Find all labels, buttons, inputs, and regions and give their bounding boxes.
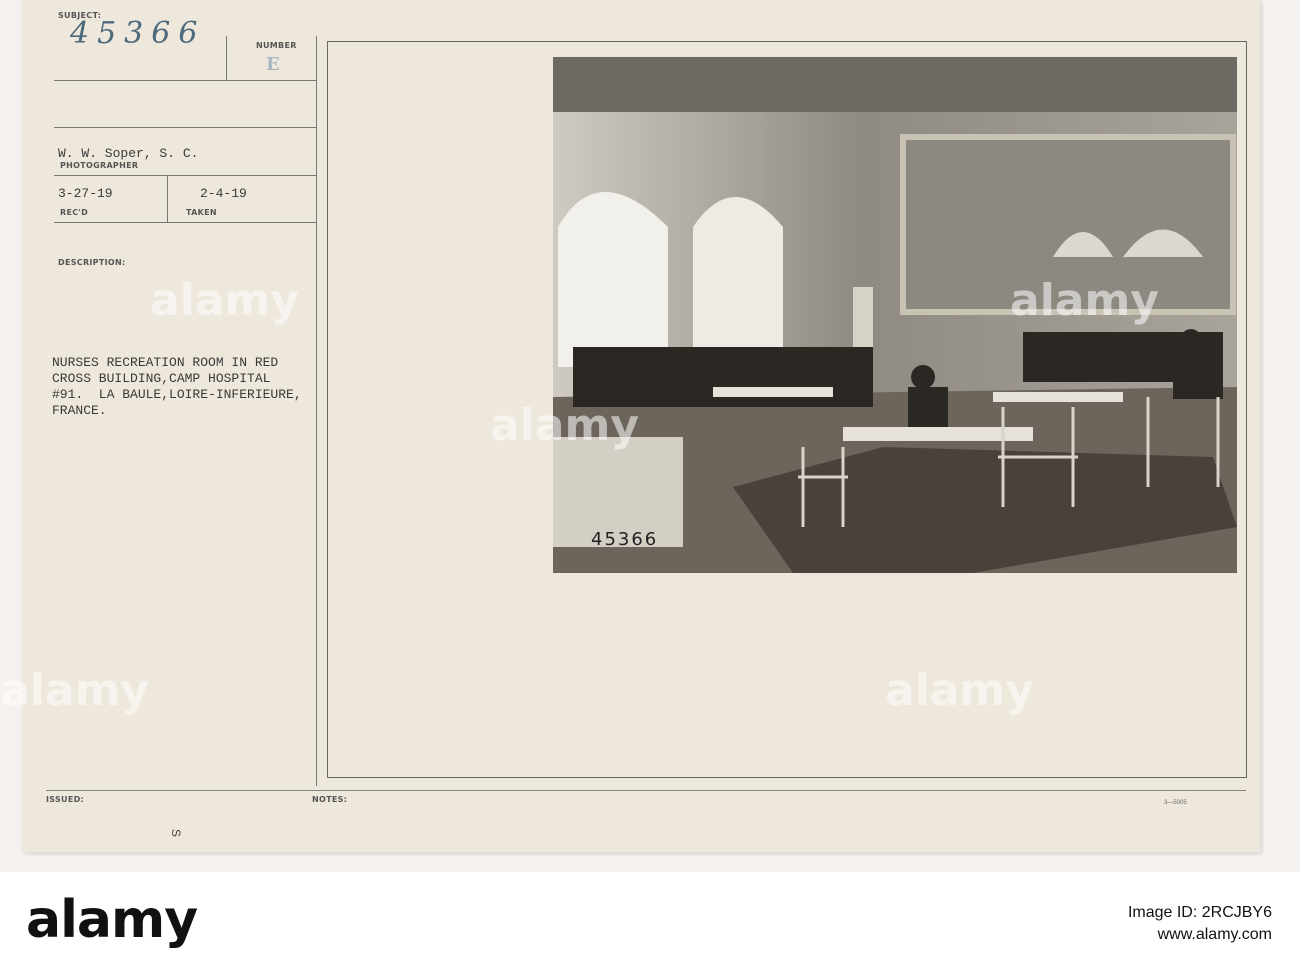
stock-footer: alamy Image ID: 2RCJBY6 www.alamy.com — [0, 872, 1300, 972]
divider — [54, 127, 316, 128]
watermark: alamy — [490, 400, 639, 451]
divider — [167, 175, 168, 222]
received-label: REC'D — [60, 208, 89, 217]
taken-date: 2-4-19 — [200, 186, 247, 201]
notes-label: NOTES: — [312, 795, 348, 804]
watermark: alamy — [1010, 275, 1159, 326]
subject-number: 45366 — [70, 16, 206, 51]
watermark: alamy — [150, 275, 299, 326]
form-code: 3—5005 — [1164, 800, 1187, 806]
divider — [54, 175, 316, 176]
number-label: NUMBER — [256, 41, 297, 50]
received-date: 3-27-19 — [58, 186, 113, 201]
watermark: alamy — [885, 665, 1034, 716]
photo-stamp-number: 45366 — [591, 529, 659, 550]
photographer-name: W. W. Soper, S. C. — [58, 146, 199, 161]
watermark: alamy — [0, 665, 149, 716]
number-stamp: E — [266, 54, 280, 75]
left-column-divider — [316, 36, 317, 786]
alamy-url[interactable]: www.alamy.com — [1158, 926, 1272, 944]
taken-label: TAKEN — [186, 208, 217, 217]
description-text: NURSES RECREATION ROOM IN RED CROSS BUIL… — [52, 355, 302, 418]
margin-mark: S — [169, 828, 184, 838]
divider — [54, 222, 316, 223]
description-label: DESCRIPTION: — [58, 258, 126, 267]
bottom-rule — [46, 790, 1246, 791]
photographer-label: PHOTOGRAPHER — [60, 161, 139, 170]
image-id: Image ID: 2RCJBY6 — [1127, 904, 1272, 921]
divider — [54, 80, 316, 81]
issued-label: ISSUED: — [46, 795, 85, 804]
alamy-logo: alamy — [26, 890, 198, 950]
divider — [226, 36, 227, 80]
